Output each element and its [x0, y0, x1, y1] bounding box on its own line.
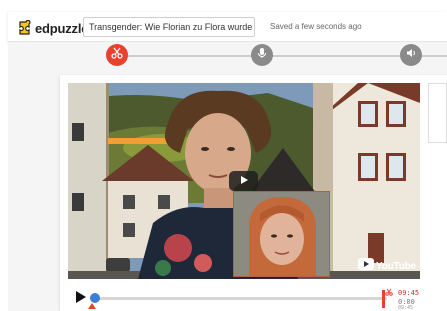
scissors-icon	[385, 288, 393, 298]
speaker-icon	[405, 46, 417, 64]
edpuzzle-logo[interactable]: edpuzzle	[18, 18, 88, 38]
progress-track[interactable]	[95, 297, 387, 300]
cut-start-marker[interactable]	[88, 303, 96, 309]
picture-in-picture-image	[233, 191, 330, 277]
audio-notes-tool-button[interactable]	[400, 44, 422, 66]
youtube-label: YouTube	[376, 260, 416, 272]
edit-tools-bar	[8, 42, 447, 70]
voiceover-tool-button[interactable]	[251, 44, 273, 66]
brand-name: edpuzzle	[35, 20, 89, 36]
play-icon	[74, 291, 88, 308]
video-play-button[interactable]	[229, 171, 258, 191]
playhead-knob[interactable]	[90, 293, 100, 303]
microphone-icon	[256, 46, 268, 64]
puzzle-icon	[18, 19, 32, 36]
header-bar: edpuzzle Transgender: Wie Florian zu Flo…	[8, 12, 447, 42]
cut-tool-button[interactable]	[106, 44, 128, 66]
scissors-icon	[111, 46, 123, 64]
player-controls: 09:45 0:00 09:45	[68, 285, 447, 311]
video-title-input[interactable]: Transgender: Wie Florian zu Flora wurde …	[83, 17, 255, 37]
youtube-watermark[interactable]: YouTube	[358, 257, 416, 275]
side-panel	[428, 83, 447, 143]
youtube-icon	[358, 257, 374, 275]
timeline-play-button[interactable]	[74, 290, 88, 304]
duration-time: 09:45	[398, 305, 414, 311]
end-time: 09:45	[398, 289, 420, 297]
play-icon	[239, 172, 249, 190]
save-status: Saved a few seconds ago	[270, 22, 362, 31]
edpuzzle-editor: edpuzzle Transgender: Wie Florian zu Flo…	[0, 0, 447, 311]
